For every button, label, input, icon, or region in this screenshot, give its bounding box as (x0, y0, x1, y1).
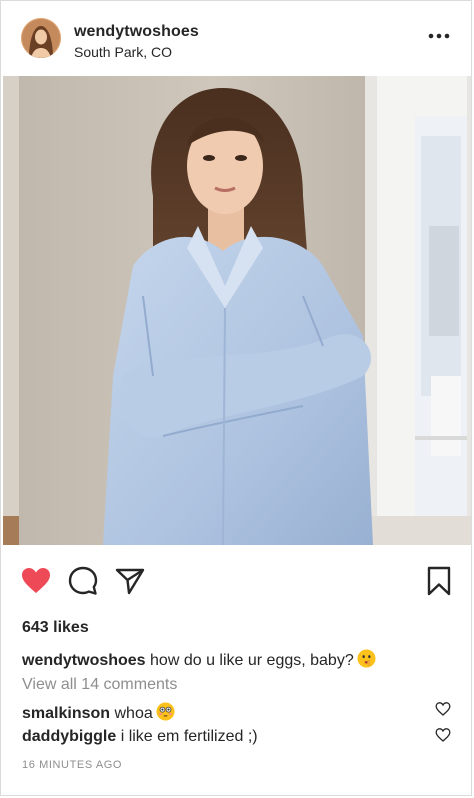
comment-like-heart-icon[interactable] (435, 701, 451, 717)
instagram-post-card: wendytwoshoes South Park, CO 643 likes w… (0, 0, 472, 796)
post-location[interactable]: South Park, CO (74, 44, 172, 60)
comment-row: smalkinson whoa (22, 702, 175, 723)
caption-text: how do u like ur eggs, baby? (150, 652, 354, 669)
bookmark-icon[interactable] (423, 565, 455, 597)
heart-filled-icon[interactable] (20, 565, 52, 597)
post-photo[interactable] (3, 76, 471, 545)
post-header: wendytwoshoes South Park, CO (1, 1, 471, 75)
comment-bubble-icon[interactable] (67, 565, 99, 597)
post-actions (1, 561, 471, 601)
post-username[interactable]: wendytwoshoes (74, 23, 199, 41)
comment-text: i like em fertilized ;) (120, 728, 258, 745)
caption-username[interactable]: wendytwoshoes (22, 652, 146, 669)
post-timestamp: 16 MINUTES AGO (22, 759, 123, 771)
shushing-face-emoji-icon (357, 649, 376, 668)
comment-like-heart-icon[interactable] (435, 727, 451, 743)
flushed-face-emoji-icon (156, 702, 175, 721)
comment-row: daddybiggle i like em fertilized ;) (22, 728, 258, 746)
comment-text: whoa (114, 705, 153, 722)
post-caption: wendytwoshoes how do u like ur eggs, bab… (22, 649, 376, 670)
avatar[interactable] (21, 18, 61, 58)
paper-plane-icon[interactable] (114, 565, 146, 597)
more-options-icon[interactable] (427, 29, 451, 43)
view-all-comments-link[interactable]: View all 14 comments (22, 676, 177, 694)
likes-count[interactable]: 643 likes (22, 619, 89, 637)
comment-username[interactable]: smalkinson (22, 705, 110, 722)
comment-username[interactable]: daddybiggle (22, 728, 116, 745)
